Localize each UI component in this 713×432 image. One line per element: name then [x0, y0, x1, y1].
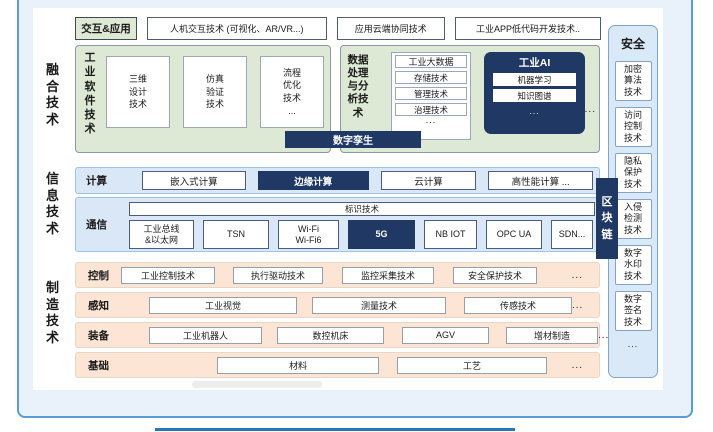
privacy-protection-box: 隐私 保护 技术: [615, 153, 652, 193]
hpc-box: 高性能计算 ...: [488, 171, 593, 190]
bigdata-title: 工业大数据: [395, 55, 467, 68]
fieldbus-ethernet-box: 工业总线 &以太网: [129, 220, 194, 249]
equipment-row: 装备 工业机器人 数控机床 AGV 增材制造 ...: [75, 322, 600, 348]
communication-label: 通信: [86, 217, 107, 232]
partial-element-border: [155, 428, 515, 431]
tsn-box: TSN: [203, 220, 269, 249]
additive-manufacturing-box: 增材制造: [506, 327, 598, 344]
digital-signature-box: 数字 签名 技术: [615, 291, 652, 331]
cnc-machine-box: 数控机床: [277, 327, 384, 344]
3d-design-box: 三维 设计 技术: [106, 56, 170, 128]
foundation-label: 基础: [88, 358, 113, 373]
knowledge-graph-box: 知识图谱: [493, 89, 576, 102]
agv-box: AGV: [402, 327, 489, 344]
blockchain-label: 区块链: [601, 194, 613, 244]
blockchain-tab: 区块链: [596, 178, 618, 259]
industrial-control-box: 工业控制技术: [121, 267, 215, 284]
monitoring-acquisition-box: 监控采集技术: [342, 267, 434, 284]
industrial-robot-box: 工业机器人: [149, 327, 262, 344]
data-panel-ellipsis: ...: [585, 104, 596, 115]
embedded-computing-box: 嵌入式计算: [142, 171, 246, 190]
measurement-box: 测量技术: [312, 297, 446, 314]
management-tech-box: 管理技术: [395, 87, 467, 100]
opcua-box: OPC UA: [486, 220, 542, 249]
materials-box: 材料: [217, 357, 379, 374]
compute-label: 计算: [82, 173, 142, 188]
industrial-ai-title: 工业AI: [493, 55, 576, 70]
perception-label: 感知: [88, 298, 113, 313]
ai-ellipsis: ...: [493, 106, 576, 116]
drive-actuation-box: 执行驱动技术: [233, 267, 323, 284]
communication-row: 通信 标识技术 工业总线 &以太网 TSN Wi-Fi Wi-Fi6 5G NB…: [75, 197, 600, 252]
storage-tech-box: 存储技术: [395, 71, 467, 84]
digital-watermark-box: 数字 水印 技术: [615, 245, 652, 285]
compute-row: 计算 嵌入式计算 边缘计算 云计算 高性能计算 ...: [75, 167, 600, 194]
control-row: 控制 工业控制技术 执行驱动技术 监控采集技术 安全保护技术 ...: [75, 262, 600, 288]
process-optim-box: 流程 优化 技术 ...: [260, 56, 324, 128]
hmi-tech-box: 人机交互技术 (可视化、AR/VR...): [147, 17, 327, 40]
edge-computing-box: 边缘计算: [258, 171, 369, 190]
equipment-label: 装备: [88, 328, 113, 343]
panel-bottom-shadow: [192, 381, 322, 388]
industrial-ai-group: 工业AI 机器学习 知识图谱 ...: [484, 52, 585, 134]
sdn-box: SDN...: [551, 220, 593, 249]
cloud-computing-box: 云计算: [381, 171, 476, 190]
control-row-ellipsis: ...: [572, 270, 587, 281]
architecture-diagram-panel: 融合技术 信息技术 制造技术 交互&应用 人机交互技术 (可视化、AR/VR..…: [33, 8, 663, 390]
perception-row: 感知 工业视觉 测量技术 传感技术 ...: [75, 292, 600, 318]
interaction-application-row: 交互&应用 人机交互技术 (可视化、AR/VR...) 应用云端协同技术 工业A…: [75, 17, 601, 40]
identification-tech-bar: 标识技术: [129, 202, 595, 216]
control-label: 控制: [88, 268, 113, 283]
digital-twin-banner: 数字孪生: [285, 131, 421, 148]
wifi-box: Wi-Fi Wi-Fi6: [278, 220, 339, 249]
category-label-fusion-tech: 融合技术: [44, 62, 61, 128]
machine-learning-box: 机器学习: [493, 73, 576, 86]
access-control-box: 访问 控制 技术: [615, 107, 652, 147]
category-label-info-tech: 信息技术: [44, 171, 61, 237]
industrial-bigdata-group: 工业大数据 存储技术 管理技术 治理技术 ...: [391, 52, 471, 140]
simulation-box: 仿真 验证 技术: [183, 56, 247, 128]
category-label-manufacture-tech: 制造技术: [44, 280, 61, 346]
lowcode-app-box: 工业APP低代码开发技术..: [455, 17, 601, 40]
industrial-software-label: 工业软件技术: [83, 51, 97, 137]
sensing-box: 传感技术: [464, 297, 572, 314]
encryption-algorithm-box: 加密 算法 技术: [615, 61, 652, 101]
5g-box: 5G: [348, 220, 415, 249]
perception-row-ellipsis: ...: [572, 300, 587, 311]
interaction-app-label: 交互&应用: [75, 17, 137, 40]
foundation-row-ellipsis: ...: [572, 360, 587, 371]
intrusion-detection-box: 入侵 检测 技术: [615, 199, 652, 239]
security-ellipsis: ...: [628, 339, 639, 349]
safety-protection-box: 安全保护技术: [453, 267, 537, 284]
machine-vision-box: 工业视觉: [149, 297, 297, 314]
data-processing-label: 数据处理与分析技术: [346, 54, 370, 120]
foundation-row: 基础 材料 工艺 ...: [75, 352, 600, 378]
cloud-collab-box: 应用云端协同技术: [337, 17, 446, 40]
craft-process-box: 工艺: [397, 357, 547, 374]
security-title: 安全: [621, 35, 645, 52]
nbiot-box: NB IOT: [424, 220, 477, 249]
bigdata-ellipsis: ...: [395, 116, 467, 124]
